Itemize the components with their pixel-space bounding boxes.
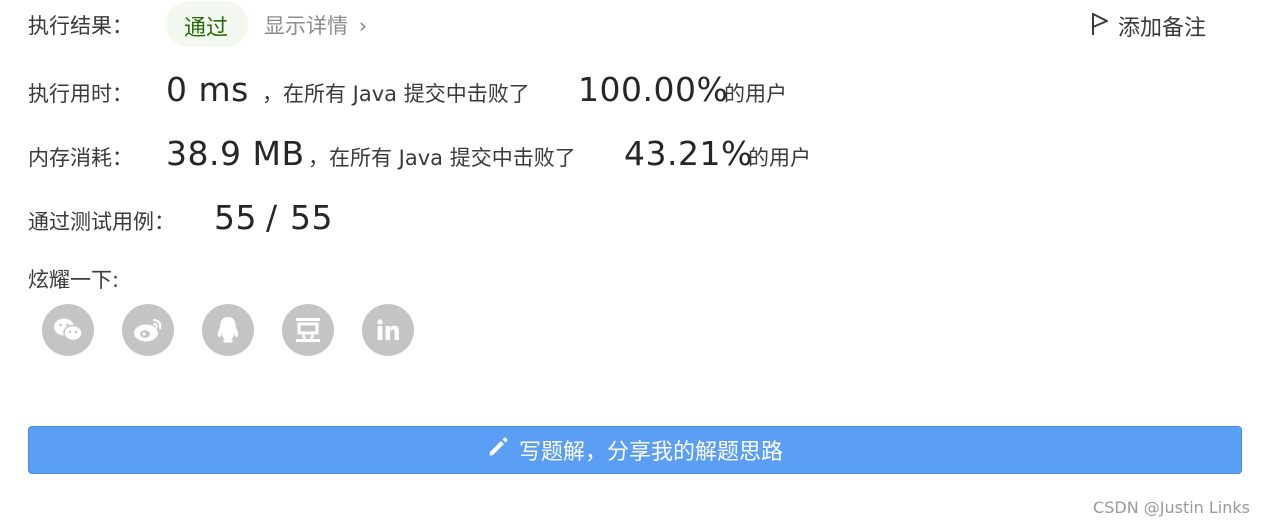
write-solution-button[interactable]: 写题解，分享我的解题思路	[28, 426, 1242, 474]
wechat-icon	[52, 316, 84, 344]
add-note-button[interactable]: 添加备注	[1090, 10, 1206, 42]
chevron-right-icon: ›	[358, 14, 368, 38]
runtime-percent: 100.00%	[578, 70, 729, 109]
linkedin-icon	[375, 317, 401, 343]
memory-percent: 43.21%	[624, 134, 753, 173]
qq-icon	[214, 315, 242, 345]
memory-value: 38.9 MB	[166, 134, 305, 173]
runtime-middle-text: ，在所有 Java 提交中击败了	[262, 82, 530, 106]
douban-icon	[294, 316, 322, 344]
share-label: 炫耀一下:	[28, 268, 120, 292]
pencil-icon	[487, 436, 509, 464]
add-note-label: 添加备注	[1118, 16, 1207, 41]
status-text: 通过	[184, 16, 229, 41]
show-details-link[interactable]: 显示详情 ›	[264, 10, 367, 40]
testcases-total: 55	[290, 198, 333, 237]
runtime-value: 0 ms	[166, 70, 249, 109]
weibo-icon	[132, 316, 164, 344]
share-linkedin-button[interactable]	[362, 304, 414, 356]
show-details-label: 显示详情	[264, 14, 348, 38]
testcases-passed: 55	[214, 198, 257, 237]
share-weibo-button[interactable]	[122, 304, 174, 356]
share-douban-button[interactable]	[282, 304, 334, 356]
memory-label: 内存消耗：	[28, 146, 133, 170]
testcases-separator: /	[266, 198, 278, 237]
share-qq-button[interactable]	[202, 304, 254, 356]
flag-icon	[1090, 11, 1110, 41]
share-wechat-button[interactable]	[42, 304, 94, 356]
memory-suffix: 的用户	[748, 146, 811, 170]
memory-middle-text: ，在所有 Java 提交中击败了	[308, 146, 576, 170]
result-label: 执行结果：	[28, 14, 133, 38]
write-solution-label: 写题解，分享我的解题思路	[518, 440, 783, 465]
watermark: CSDN @Justin Links	[1093, 498, 1250, 517]
runtime-suffix: 的用户	[724, 82, 787, 106]
runtime-label: 执行用时：	[28, 82, 133, 106]
share-buttons	[42, 304, 414, 356]
testcases-label: 通过测试用例：	[28, 210, 175, 234]
